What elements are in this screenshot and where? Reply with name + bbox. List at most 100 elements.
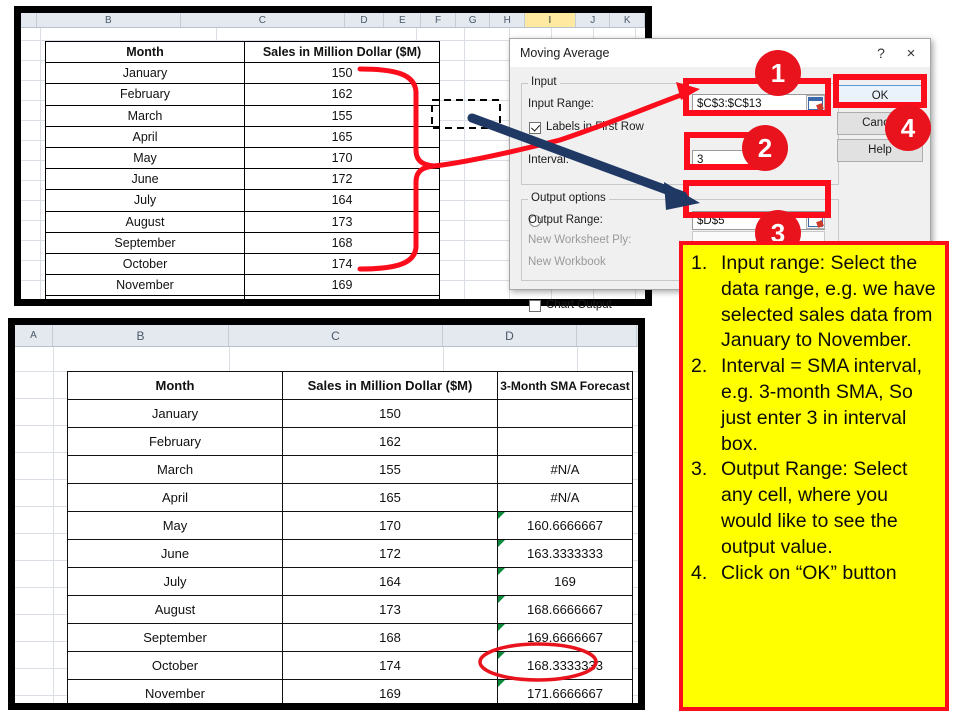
column-header-G[interactable]: G xyxy=(455,13,491,27)
cell-month[interactable]: October xyxy=(67,651,283,680)
cell-sales[interactable]: 150 xyxy=(244,62,440,85)
cell-month[interactable]: December xyxy=(68,708,283,711)
cell-month[interactable]: July xyxy=(45,189,245,212)
table-row[interactable]: February 162 xyxy=(45,83,440,106)
cell-month[interactable]: August xyxy=(67,595,283,624)
bottom-column-header-C[interactable]: C xyxy=(229,325,443,346)
column-header-K[interactable]: K xyxy=(610,13,645,27)
table-row[interactable]: June 172 xyxy=(45,168,440,191)
column-header-C[interactable]: C xyxy=(180,13,345,27)
table-row[interactable]: August 173 xyxy=(45,210,440,233)
table-row[interactable]: December??? xyxy=(45,295,440,299)
cell-month[interactable]: April xyxy=(45,125,245,148)
cell-sma[interactable]: 169 xyxy=(497,567,633,596)
cell-sma[interactable]: 171.6666667 xyxy=(497,679,633,703)
cell-sales[interactable]: 165 xyxy=(282,483,498,512)
table-row[interactable]: April 165 #N/A xyxy=(67,483,633,512)
table-row[interactable]: January 150 xyxy=(45,62,440,85)
cell-month[interactable]: September xyxy=(45,231,245,254)
table-row[interactable]: May 170 160.6666667 xyxy=(67,511,633,540)
table-row[interactable]: October 174 168.3333333 xyxy=(67,651,633,680)
cell-sales[interactable]: ??? xyxy=(283,708,498,711)
cell-month[interactable]: November xyxy=(67,679,283,703)
cell-sma[interactable]: 168.6666667 xyxy=(497,595,633,624)
table-row[interactable]: December???170.3333333 xyxy=(68,708,633,711)
cell-sma[interactable] xyxy=(497,399,633,428)
cell-sma[interactable]: #N/A xyxy=(497,483,633,512)
cell-sales[interactable]: 155 xyxy=(244,104,440,127)
column-header-F[interactable]: F xyxy=(421,13,456,27)
cell-month[interactable]: May xyxy=(67,511,283,540)
cell-sma[interactable]: #N/A xyxy=(497,455,633,484)
cell-sales[interactable]: 169 xyxy=(244,274,440,297)
cell-month[interactable]: October xyxy=(45,252,245,276)
column-header-J[interactable]: J xyxy=(575,13,611,27)
cell-month[interactable]: June xyxy=(67,539,283,568)
cell-sales[interactable]: 162 xyxy=(282,427,498,456)
table-row[interactable]: March 155 xyxy=(45,104,440,127)
cell-sma[interactable]: 163.3333333 xyxy=(497,539,633,568)
column-header-I[interactable]: I xyxy=(524,13,576,27)
cell-sales[interactable]: 170 xyxy=(282,511,498,540)
chart-output-checkbox[interactable] xyxy=(529,300,541,312)
cell-sales[interactable]: 168 xyxy=(282,623,498,652)
table-row[interactable]: August 173 168.6666667 xyxy=(67,595,633,624)
labels-in-first-row-checkbox[interactable] xyxy=(529,122,541,134)
bottom-column-header-D[interactable]: D xyxy=(443,325,577,346)
cell-sales[interactable]: 162 xyxy=(244,83,440,106)
table-row[interactable]: November 169 xyxy=(45,274,440,297)
table-row[interactable]: September 168 xyxy=(45,231,440,254)
cell-month[interactable]: July xyxy=(67,567,283,596)
table-row[interactable]: September 168 169.6666667 xyxy=(67,623,633,652)
column-header-B[interactable]: B xyxy=(36,13,181,27)
cell-sales[interactable]: 164 xyxy=(282,567,498,596)
cell-sma[interactable]: 160.6666667 xyxy=(497,511,633,540)
cell-sales[interactable]: ??? xyxy=(244,295,440,299)
cell-sma[interactable] xyxy=(497,427,633,456)
help-icon[interactable]: ? xyxy=(866,40,896,66)
cell-month[interactable]: November xyxy=(45,274,245,297)
cell-month[interactable]: April xyxy=(67,483,283,512)
cell-sales[interactable]: 165 xyxy=(244,125,440,148)
cell-month[interactable]: February xyxy=(45,83,245,106)
table-row[interactable]: February 162 xyxy=(67,427,633,456)
cell-month[interactable]: August xyxy=(45,210,245,233)
cell-month[interactable]: January xyxy=(67,399,283,428)
cell-sales[interactable]: 155 xyxy=(282,455,498,484)
table-row[interactable]: May 170 xyxy=(45,146,440,170)
cell-sma-result[interactable]: 170.3333333 xyxy=(498,708,633,711)
cell-sales[interactable]: 173 xyxy=(282,595,498,624)
cell-month[interactable]: June xyxy=(45,168,245,191)
column-header-H[interactable]: H xyxy=(490,13,525,27)
cell-sales[interactable]: 164 xyxy=(244,189,440,212)
dialog-title-bar[interactable]: Moving Average ? × xyxy=(510,39,930,67)
column-header-E[interactable]: E xyxy=(384,13,422,27)
table-row[interactable]: January 150 xyxy=(67,399,633,428)
table-row[interactable]: April 165 xyxy=(45,125,440,148)
cell-month[interactable]: September xyxy=(67,623,283,652)
cell-sales[interactable]: 172 xyxy=(244,168,440,191)
table-row[interactable]: November 169 171.6666667 xyxy=(67,679,633,703)
cell-month[interactable]: December xyxy=(45,295,245,299)
cell-month[interactable]: January xyxy=(45,62,245,85)
cell-month[interactable]: February xyxy=(67,427,283,456)
cell-sales[interactable]: 170 xyxy=(244,146,440,170)
cell-sales[interactable]: 150 xyxy=(282,399,498,428)
close-icon[interactable]: × xyxy=(896,40,926,66)
cell-sma[interactable]: 169.6666667 xyxy=(497,623,633,652)
table-row[interactable]: October 174 xyxy=(45,252,440,276)
cell-sales[interactable]: 172 xyxy=(282,539,498,568)
cell-sales[interactable]: 168 xyxy=(244,231,440,254)
cell-sales[interactable]: 173 xyxy=(244,210,440,233)
column-header-D[interactable]: D xyxy=(344,13,385,27)
table-row[interactable]: June 172 163.3333333 xyxy=(67,539,633,568)
bottom-column-header-E[interactable] xyxy=(577,325,637,346)
cell-month[interactable]: May xyxy=(45,146,245,170)
cell-month[interactable]: March xyxy=(67,455,283,484)
cell-sales[interactable]: 174 xyxy=(244,252,440,276)
table-row[interactable]: March 155 #N/A xyxy=(67,455,633,484)
cell-month[interactable]: March xyxy=(45,104,245,127)
cell-sma[interactable]: 168.3333333 xyxy=(497,651,633,680)
bottom-column-header-A[interactable]: A xyxy=(15,325,53,346)
cell-sales[interactable]: 174 xyxy=(282,651,498,680)
